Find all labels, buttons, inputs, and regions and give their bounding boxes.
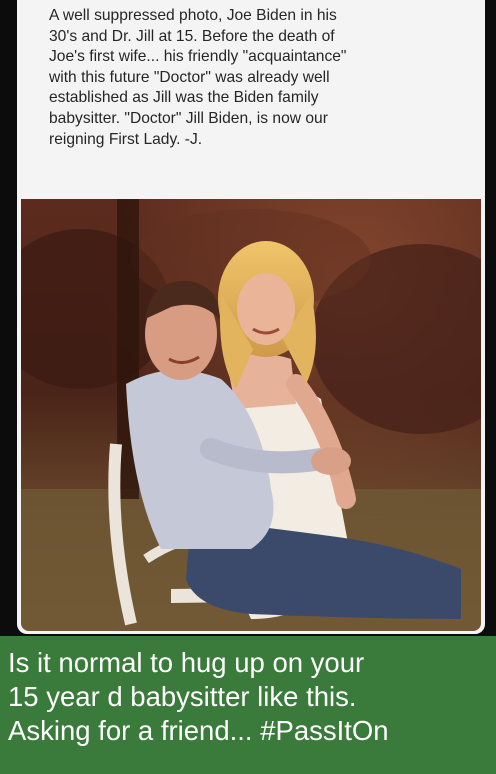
- caption-bar: Is it normal to hug up on your 15 year d…: [0, 636, 496, 774]
- caption-text: Is it normal to hug up on your 15 year d…: [8, 647, 389, 746]
- post-text: A well suppressed photo, Joe Biden in hi…: [49, 7, 347, 148]
- post-card: A well suppressed photo, Joe Biden in hi…: [17, 0, 485, 634]
- photo: [21, 199, 481, 631]
